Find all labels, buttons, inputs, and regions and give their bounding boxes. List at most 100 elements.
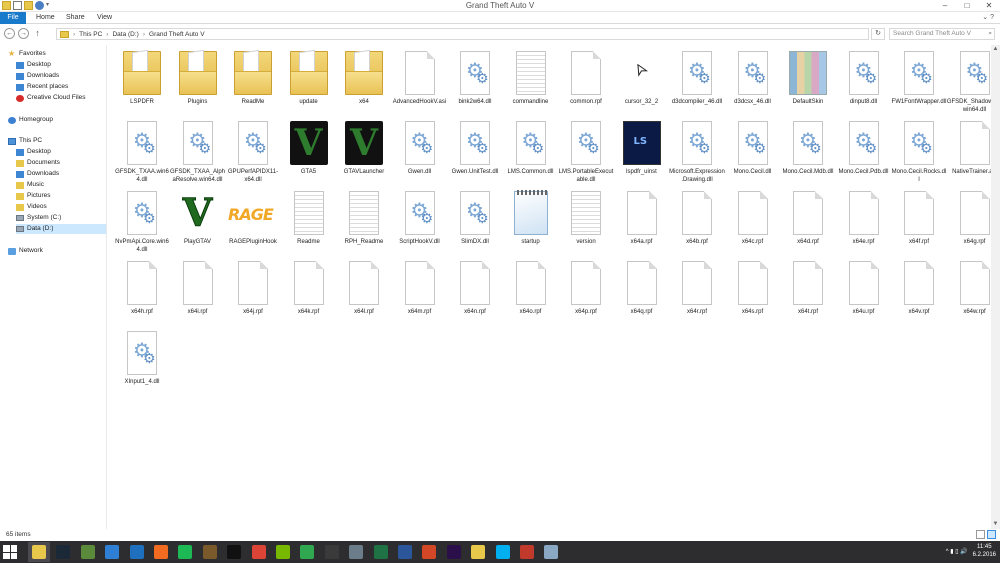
file-item[interactable]: Gwen.dll	[392, 117, 448, 185]
file-item[interactable]: d3dcsx_46.dll	[725, 47, 781, 115]
file-item[interactable]: Readme	[281, 187, 337, 255]
file-item[interactable]: x64v.rpf	[891, 257, 947, 325]
sidebar-favorites[interactable]: ★ Favorites	[8, 49, 46, 59]
clock[interactable]: 11:45 6.2.2016	[973, 543, 996, 559]
taskbar-app-folder2[interactable]	[467, 542, 489, 562]
file-item[interactable]: GPUPerfAPIDX11-x64.dll	[225, 117, 281, 185]
sidebar-item-music[interactable]: Music	[16, 180, 44, 190]
minimize-button[interactable]: –	[934, 0, 956, 12]
file-item[interactable]: x64e.rpf	[836, 187, 892, 255]
taskbar-app-paint[interactable]	[540, 542, 562, 562]
file-item[interactable]: x64b.rpf	[669, 187, 725, 255]
file-item[interactable]: DefaultSkin	[780, 47, 836, 115]
scroll-down-icon[interactable]: ▼	[991, 520, 1000, 529]
sidebar-item-downloads[interactable]: Downloads	[16, 71, 59, 81]
file-item[interactable]: x64o.rpf	[503, 257, 559, 325]
file-item[interactable]: x64u.rpf	[836, 257, 892, 325]
sidebar-item-pc-downloads[interactable]: Downloads	[16, 169, 59, 179]
file-item[interactable]: cursor_32_2	[614, 47, 670, 115]
file-item[interactable]: x64k.rpf	[281, 257, 337, 325]
maximize-button[interactable]: □	[956, 0, 978, 12]
sidebar-item-videos[interactable]: Videos	[16, 202, 47, 212]
taskbar-app-minecraft[interactable]	[77, 542, 99, 562]
sidebar-item-documents[interactable]: Documents	[16, 158, 60, 168]
file-item[interactable]: Microsoft.Expression.Drawing.dll	[669, 117, 725, 185]
file-item[interactable]: PlayGTAV	[170, 187, 226, 255]
file-item[interactable]: GTAVLauncher	[336, 117, 392, 185]
ribbon-expand-help[interactable]: ⌄ ?	[982, 13, 994, 21]
file-item[interactable]: x64m.rpf	[392, 257, 448, 325]
file-item[interactable]: Mono.Cecil.Pdb.dll	[836, 117, 892, 185]
vertical-scrollbar[interactable]: ▲ ▼	[991, 45, 1000, 529]
taskbar-app-excel[interactable]	[370, 542, 392, 562]
sidebar-network[interactable]: Network	[8, 246, 43, 256]
breadcrumb-this-pc[interactable]: This PC	[79, 31, 102, 38]
file-item[interactable]: x64i.rpf	[170, 257, 226, 325]
file-item[interactable]: RPH_Readme	[336, 187, 392, 255]
taskbar-app-flag[interactable]	[516, 542, 538, 562]
file-item[interactable]: x64h.rpf	[114, 257, 170, 325]
sidebar-item-system-c[interactable]: System (C:)	[16, 213, 61, 223]
taskbar-app-origin[interactable]	[150, 542, 172, 562]
breadcrumb-data-d[interactable]: Data (D:)	[112, 31, 138, 38]
file-item[interactable]: commandline	[503, 47, 559, 115]
file-item[interactable]: lspdfr_uinst	[614, 117, 670, 185]
breadcrumb-gta-v[interactable]: Grand Theft Auto V	[149, 31, 205, 38]
file-item[interactable]: Mono.Cecil.Mdb.dll	[780, 117, 836, 185]
file-item[interactable]: x64q.rpf	[614, 257, 670, 325]
file-item[interactable]: x64c.rpf	[725, 187, 781, 255]
file-item[interactable]: common.rpf	[558, 47, 614, 115]
breadcrumb[interactable]: › This PC › Data (D:) › Grand Theft Auto…	[56, 28, 869, 40]
file-item[interactable]: x64j.rpf	[225, 257, 281, 325]
file-item[interactable]: x64f.rpf	[891, 187, 947, 255]
large-icons-view-button[interactable]	[987, 530, 996, 539]
file-item[interactable]: SlimDX.dll	[447, 187, 503, 255]
file-item[interactable]: x64t.rpf	[780, 257, 836, 325]
sidebar-this-pc[interactable]: This PC	[8, 136, 42, 146]
taskbar-app-steam[interactable]	[52, 542, 74, 562]
file-item[interactable]: RAGEPluginHook	[225, 187, 281, 255]
file-item[interactable]: LMS.Common.dll	[503, 117, 559, 185]
file-item[interactable]: x64s.rpf	[725, 257, 781, 325]
start-button[interactable]	[3, 545, 17, 559]
file-item[interactable]: LMS.PortableExecutable.dll	[558, 117, 614, 185]
taskbar-app-warships[interactable]	[345, 542, 367, 562]
taskbar-app-cloud[interactable]	[296, 542, 318, 562]
sidebar-item-creative-cloud[interactable]: Creative Cloud Files	[16, 93, 86, 103]
taskbar-app-app-blue[interactable]	[126, 542, 148, 562]
file-item[interactable]: GTA5	[281, 117, 337, 185]
file-item[interactable]: x64l.rpf	[336, 257, 392, 325]
sidebar-item-data-d[interactable]: Data (D:)	[16, 224, 106, 234]
file-item[interactable]: dinput8.dll	[836, 47, 892, 115]
file-item[interactable]: x64d.rpf	[780, 187, 836, 255]
file-item[interactable]: ScriptHookV.dll	[392, 187, 448, 255]
file-item[interactable]: NvPmApi.Core.win64.dll	[114, 187, 170, 255]
scroll-up-icon[interactable]: ▲	[991, 45, 1000, 54]
file-item[interactable]: AdvancedHookV.asi	[392, 47, 448, 115]
refresh-button[interactable]: ↻	[871, 28, 885, 40]
file-item[interactable]: x64	[336, 47, 392, 115]
file-item[interactable]: x64r.rpf	[669, 257, 725, 325]
taskbar-app-afterburner[interactable]	[199, 542, 221, 562]
file-item[interactable]: GFSDK_TXAA_AlphaResolve.win64.dll	[170, 117, 226, 185]
file-item[interactable]: ReadMe	[225, 47, 281, 115]
file-item[interactable]: x64p.rpf	[558, 257, 614, 325]
sidebar-homegroup[interactable]: Homegroup	[8, 115, 53, 125]
file-item[interactable]: bink2w64.dll	[447, 47, 503, 115]
forward-button[interactable]: →	[18, 28, 29, 39]
file-item[interactable]: Plugins	[170, 47, 226, 115]
file-item[interactable]: d3dcompiler_46.dll	[669, 47, 725, 115]
tab-share[interactable]: Share	[66, 12, 85, 24]
sidebar-item-recent-places[interactable]: Recent places	[16, 82, 68, 92]
file-item[interactable]: update	[281, 47, 337, 115]
sidebar-item-pictures[interactable]: Pictures	[16, 191, 50, 201]
taskbar-app-uplay[interactable]	[101, 542, 123, 562]
sidebar-item-pc-desktop[interactable]: Desktop	[16, 147, 51, 157]
file-item[interactable]: Gwen.UnitTest.dll	[447, 117, 503, 185]
taskbar-app-nvidia[interactable]	[272, 542, 294, 562]
file-item[interactable]: x64n.rpf	[447, 257, 503, 325]
taskbar-app-powerpoint[interactable]	[418, 542, 440, 562]
file-item[interactable]: Mono.Cecil.Rocks.dll	[891, 117, 947, 185]
taskbar-app-explorer[interactable]	[28, 542, 50, 562]
close-button[interactable]: ✕	[978, 0, 1000, 12]
